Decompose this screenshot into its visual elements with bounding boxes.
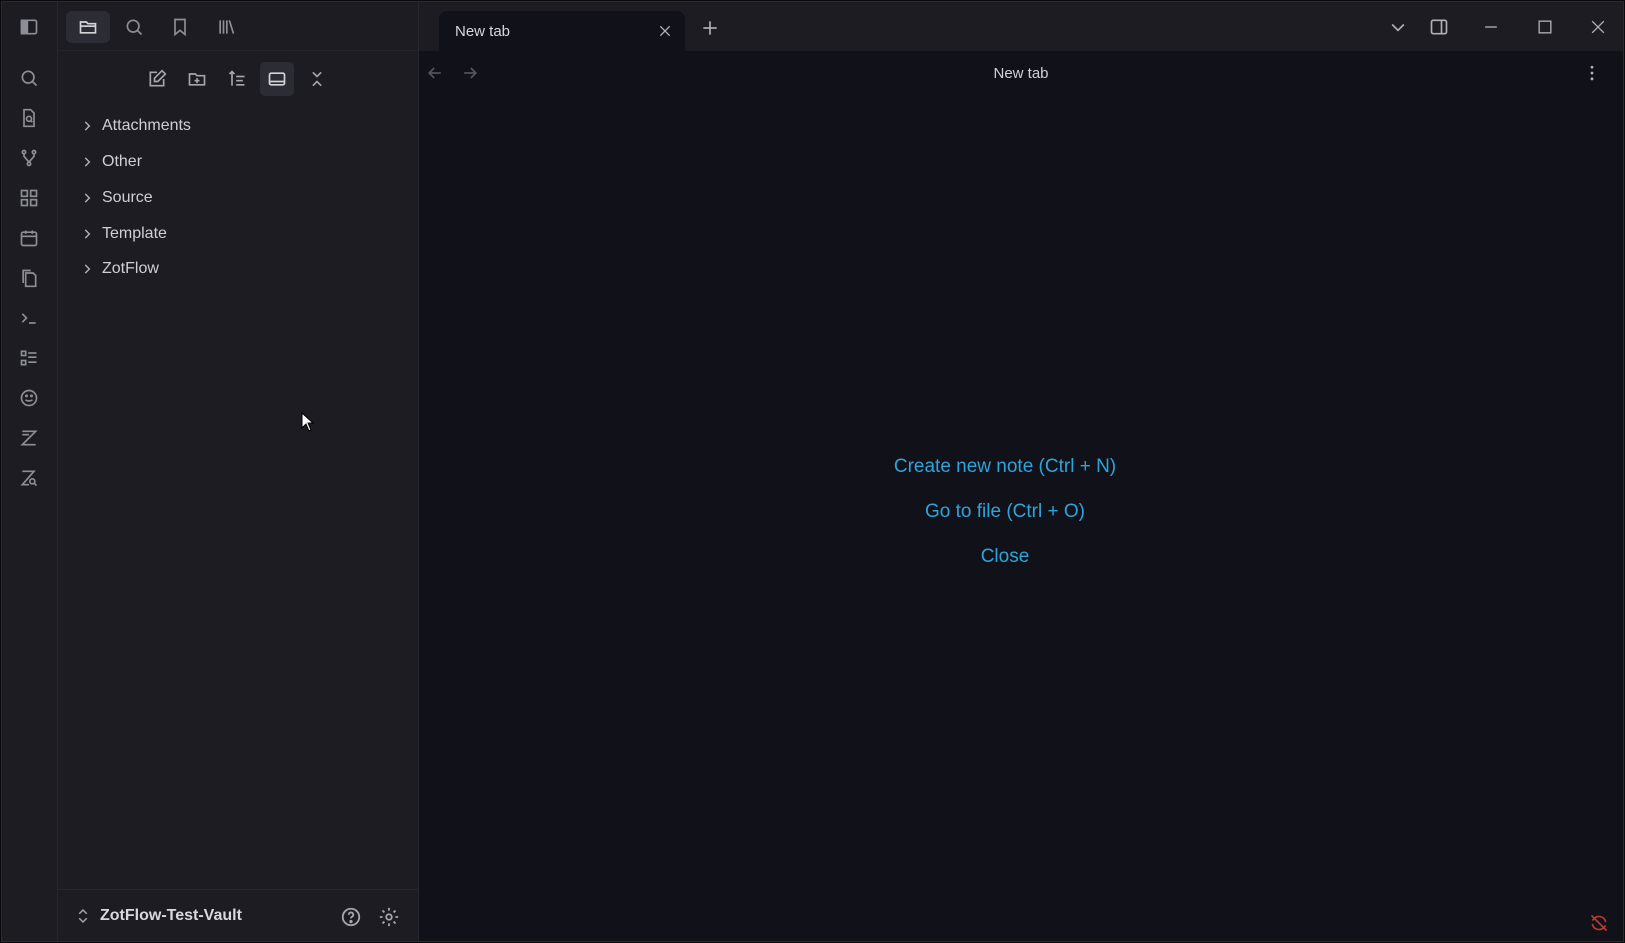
bookmark-tab-icon[interactable]	[158, 11, 202, 43]
library-tab-icon[interactable]	[204, 11, 248, 43]
chevron-right-icon	[80, 261, 102, 277]
left-ribbon	[2, 2, 58, 941]
sync-error-icon[interactable]	[1589, 913, 1609, 933]
search-icon[interactable]	[14, 63, 44, 93]
vault-bar: ZotFlow-Test-Vault	[58, 889, 418, 941]
chevrons-up-down-icon	[78, 908, 88, 924]
chevron-right-icon	[80, 118, 102, 134]
chevron-right-icon	[80, 226, 102, 242]
minimize-icon[interactable]	[1476, 12, 1506, 42]
go-to-file-link[interactable]: Go to file (Ctrl + O)	[925, 497, 1085, 542]
terminal-icon[interactable]	[14, 303, 44, 333]
calendar-icon[interactable]	[14, 223, 44, 253]
help-icon[interactable]	[338, 904, 364, 930]
folder-attachments[interactable]: Attachments	[80, 112, 400, 140]
folder-other[interactable]: Other	[80, 148, 400, 176]
new-folder-icon[interactable]	[180, 62, 214, 96]
zotero-search-icon[interactable]	[14, 463, 44, 493]
vault-name: ZotFlow-Test-Vault	[100, 907, 242, 924]
auto-reveal-icon[interactable]	[260, 62, 294, 96]
folder-label: Other	[102, 153, 143, 170]
tab-label: New tab	[455, 22, 511, 40]
sort-order-icon[interactable]	[220, 62, 254, 96]
copy-files-icon[interactable]	[14, 263, 44, 293]
more-options-icon[interactable]	[1577, 58, 1607, 88]
view-title: New tab	[993, 65, 1049, 82]
close-tab-link[interactable]: Close	[981, 542, 1030, 587]
chevron-right-icon	[80, 154, 102, 170]
settings-gear-icon[interactable]	[376, 904, 402, 930]
toggle-left-sidebar-icon[interactable]	[14, 12, 44, 42]
folder-source[interactable]: Source	[80, 184, 400, 212]
close-tab-icon[interactable]	[655, 21, 675, 41]
canvas-icon[interactable]	[14, 183, 44, 213]
sidebar-tab-header	[58, 2, 418, 51]
folder-zotflow[interactable]: ZotFlow	[80, 255, 400, 283]
chevron-right-icon	[80, 190, 102, 206]
folder-template[interactable]: Template	[80, 220, 400, 248]
files-tab-folder-icon[interactable]	[66, 11, 110, 43]
mouse-cursor-icon	[301, 412, 315, 432]
folder-label: ZotFlow	[102, 260, 159, 277]
collapse-all-icon[interactable]	[300, 62, 334, 96]
empty-state-actions: Create new note (Ctrl + N) Go to file (C…	[403, 452, 1607, 587]
new-note-icon[interactable]	[140, 62, 174, 96]
folder-label: Source	[102, 189, 153, 206]
left-sidebar: Attachments Other Source Template ZotFlo…	[58, 2, 419, 941]
zotero-icon[interactable]	[14, 423, 44, 453]
maximize-icon[interactable]	[1530, 12, 1560, 42]
list-icon[interactable]	[14, 343, 44, 373]
tab-list-chevron-down-icon[interactable]	[1383, 12, 1413, 42]
file-search-icon[interactable]	[14, 103, 44, 133]
create-new-note-link[interactable]: Create new note (Ctrl + N)	[894, 452, 1116, 497]
tab-bar: New tab	[419, 2, 1623, 51]
tab-new-tab[interactable]: New tab	[439, 11, 685, 51]
toggle-right-sidebar-icon[interactable]	[1424, 12, 1454, 42]
smile-icon[interactable]	[14, 383, 44, 413]
new-tab-plus-icon[interactable]	[695, 13, 725, 43]
folder-label: Attachments	[102, 117, 191, 134]
view-header: New tab	[419, 51, 1623, 95]
folder-label: Template	[102, 225, 167, 242]
close-window-icon[interactable]	[1583, 12, 1613, 42]
app-window: Attachments Other Source Template ZotFlo…	[1, 1, 1624, 942]
search-tab-icon[interactable]	[112, 11, 156, 43]
graph-view-icon[interactable]	[14, 143, 44, 173]
vault-switcher[interactable]: ZotFlow-Test-Vault	[74, 902, 242, 930]
main-workspace: New tab New tab Create new note (Ctrl + …	[419, 2, 1623, 941]
